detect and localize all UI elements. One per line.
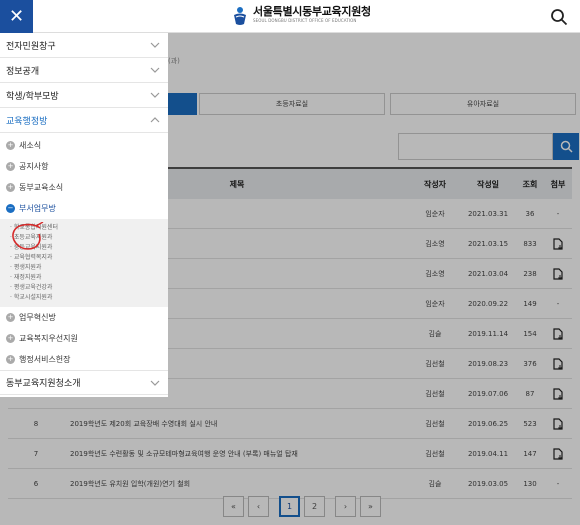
plus-icon: +: [6, 141, 15, 150]
sub-dongbu-news[interactable]: + 동부교육소식: [0, 177, 168, 198]
plus-icon: +: [6, 162, 15, 171]
nav-label: 학생/학부모방: [6, 91, 59, 102]
sub-service-charter[interactable]: + 행정서비스헌장: [0, 349, 168, 370]
sub-work-innovation[interactable]: + 업무혁신방: [0, 307, 168, 328]
sub-label: 교육복지우선지원: [19, 334, 78, 343]
nav-students-parents[interactable]: 학생/학부모방: [0, 83, 168, 108]
sub-label: 새소식: [19, 141, 42, 150]
dept-item[interactable]: · 중등교육지원과: [10, 243, 168, 253]
nav-civil-service[interactable]: 전자민원창구: [0, 33, 168, 58]
close-menu-button[interactable]: ✕: [0, 0, 33, 33]
sub-label: 행정서비스헌장: [19, 355, 71, 364]
site-header: ✕ 서울특별시동부교육지원청 SEOUL DONGBU DISTRICT OFF…: [0, 0, 580, 33]
dept-item[interactable]: · 평생교육건강과: [10, 283, 168, 293]
logo-title: 서울특별시동부교육지원청: [253, 5, 371, 18]
chevron-down-icon: [150, 42, 160, 48]
plus-icon: +: [6, 334, 15, 343]
sub-label: 동부교육소식: [19, 183, 64, 192]
nav-label: 정보공개: [6, 66, 40, 77]
chevron-down-icon: [150, 67, 160, 73]
dept-item[interactable]: · 재정지원과: [10, 273, 168, 283]
plus-icon: +: [6, 313, 15, 322]
plus-icon: +: [6, 183, 15, 192]
nav-office-intro[interactable]: 동부교육지원청소개: [0, 370, 168, 395]
chevron-up-icon: [150, 117, 160, 123]
sub-label: 업무혁신방: [19, 313, 56, 322]
edu-admin-submenu: + 새소식 + 공지사항 + 동부교육소식 − 부서업무방 · 학교통합지원센터…: [0, 133, 168, 370]
sub-news[interactable]: + 새소식: [0, 135, 168, 156]
nav-info-disclosure[interactable]: 정보공개: [0, 58, 168, 83]
dept-item[interactable]: · 학교시설지원과: [10, 293, 168, 303]
app-root: ✕ 서울특별시동부교육지원청 SEOUL DONGBU DISTRICT OFF…: [0, 0, 580, 525]
nav-label: 전자민원창구: [6, 41, 56, 52]
site-logo[interactable]: 서울특별시동부교육지원청 SEOUL DONGBU DISTRICT OFFIC…: [232, 6, 371, 30]
nav-label: 동부교육지원청소개: [6, 379, 81, 389]
sub-label: 공지사항: [19, 162, 49, 171]
sub-dept-work[interactable]: − 부서업무방: [0, 198, 168, 219]
minus-icon: −: [6, 204, 15, 213]
chevron-down-icon: [150, 92, 160, 98]
dept-list: · 학교통합지원센터 · 초등교육지원과 · 중등교육지원과 · 교육협력복지과…: [0, 219, 168, 307]
search-icon[interactable]: [550, 8, 568, 26]
nav-label: 교육행정방: [6, 116, 48, 127]
logo-subtitle: SEOUL DONGBU DISTRICT OFFICE OF EDUCATIO…: [253, 18, 357, 23]
side-menu: 전자민원창구 정보공개 학생/학부모방 교육행정방 + 새소식 + 공지사항 +…: [0, 33, 168, 397]
nav-edu-admin[interactable]: 교육행정방: [0, 108, 168, 133]
dept-item[interactable]: · 초등교육지원과: [10, 233, 168, 243]
dept-item[interactable]: · 교육협력복지과: [10, 253, 168, 263]
dept-item[interactable]: · 학교통합지원센터: [10, 223, 168, 233]
plus-icon: +: [6, 355, 15, 364]
chevron-down-icon: [150, 380, 160, 386]
logo-emblem-icon: [234, 7, 246, 25]
dept-item[interactable]: · 평생지원과: [10, 263, 168, 273]
sub-label: 부서업무방: [19, 204, 56, 213]
sub-welfare-support[interactable]: + 교육복지우선지원: [0, 328, 168, 349]
close-icon: ✕: [8, 6, 25, 27]
logo-text: 서울특별시동부교육지원청 SEOUL DONGBU DISTRICT OFFIC…: [253, 6, 371, 24]
sub-notices[interactable]: + 공지사항: [0, 156, 168, 177]
